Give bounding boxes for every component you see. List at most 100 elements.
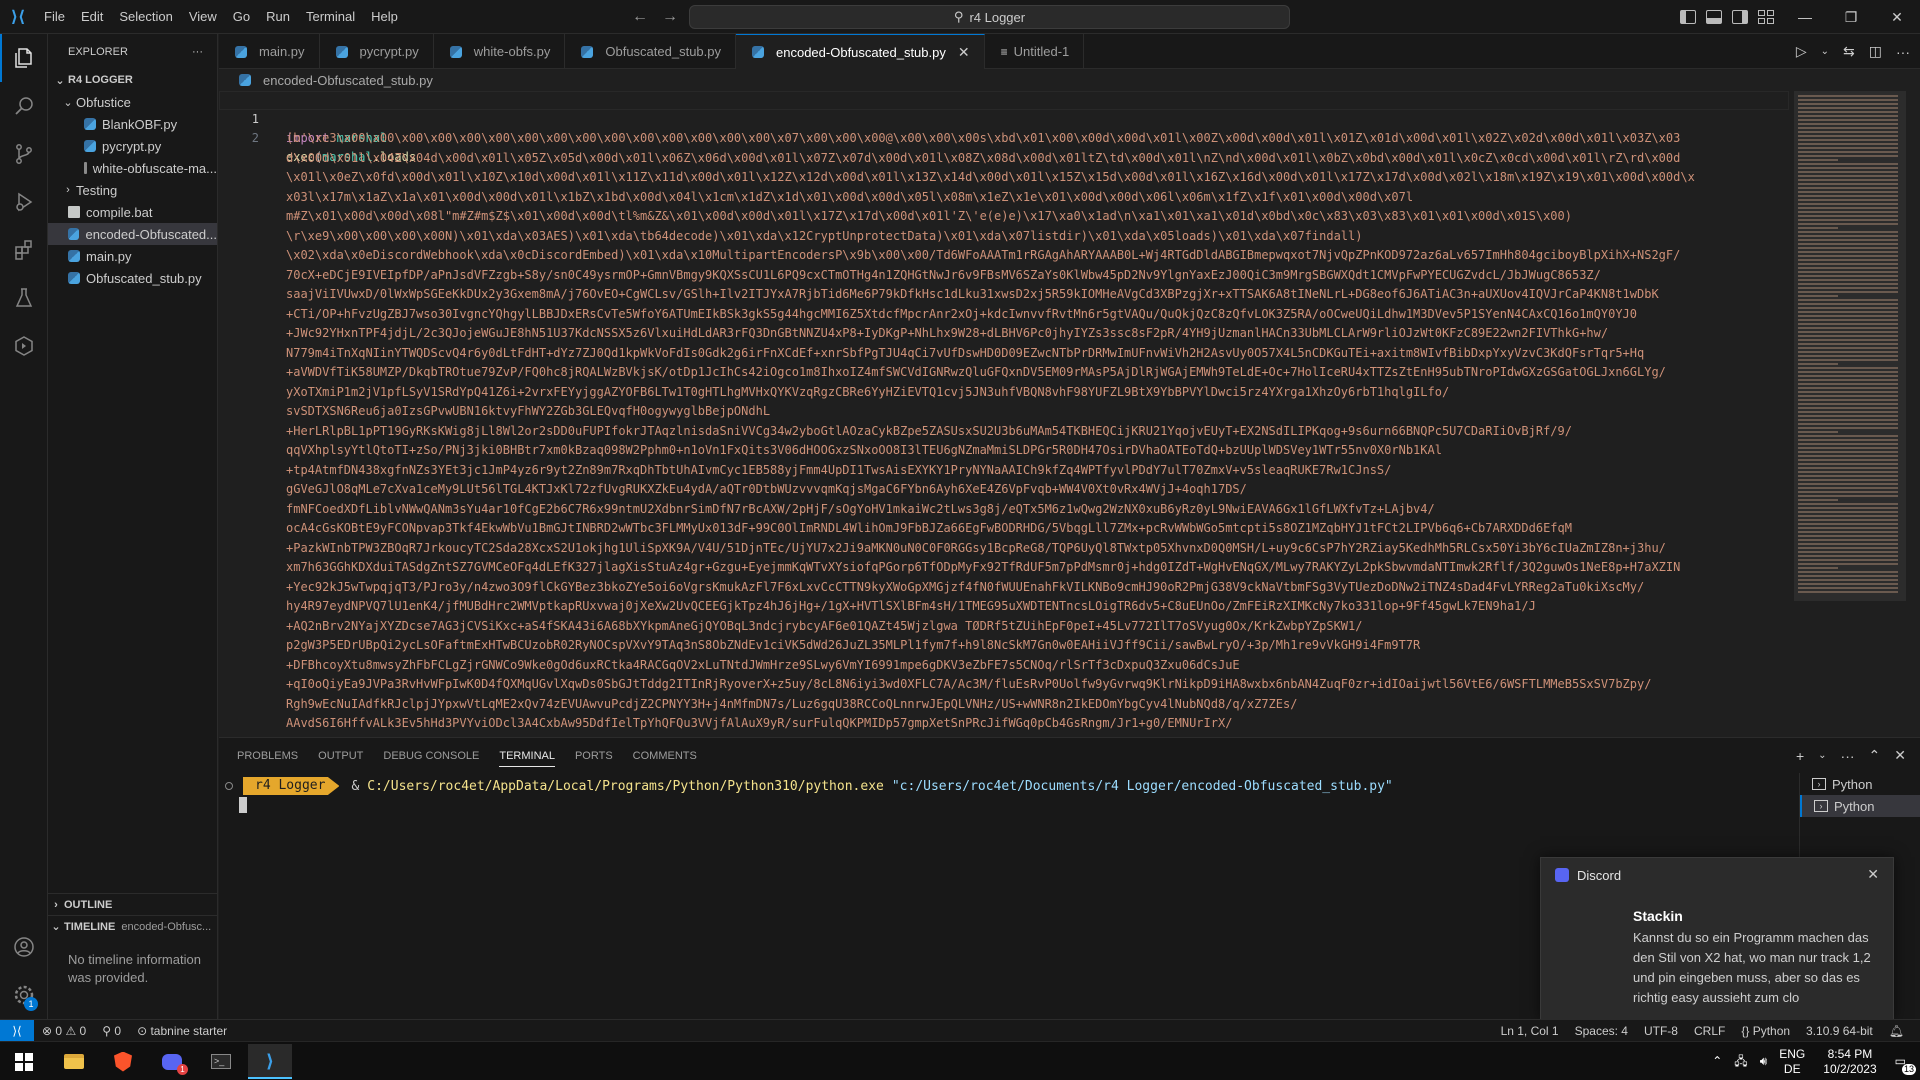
open-changes-icon[interactable]: ⇆ [1843,43,1855,60]
close-window-button[interactable]: ✕ [1874,0,1920,34]
outline-section-header[interactable]: › OUTLINE [48,893,218,915]
encoded-bytes-text: +aVWDVfTiK58UMZP/DkqbTROtue79ZvP/FQ0hc8j… [286,365,1666,379]
start-button[interactable] [2,1044,46,1079]
minimap-line [1798,95,1898,97]
editor-scrollbar[interactable] [1907,91,1920,736]
taskbar-file-explorer[interactable] [52,1044,96,1079]
panel-tab-output[interactable]: OUTPUT [318,750,363,762]
panel-tab-terminal[interactable]: TERMINAL [499,745,555,767]
taskbar-discord[interactable]: 1 [150,1044,194,1079]
show-hidden-icons-chevron-icon[interactable]: ⌃ [1706,1054,1728,1069]
panel-tab-ports[interactable]: PORTS [575,750,613,762]
problems-status[interactable]: ⊗ 0 ⚠ 0 [34,1024,94,1038]
python-interpreter[interactable]: 3.10.9 64-bit [1798,1024,1881,1038]
minimap-line [1798,335,1898,337]
menu-edit[interactable]: Edit [73,0,111,34]
toggle-primary-sidebar-icon[interactable] [1680,10,1696,24]
menu-help[interactable]: Help [363,0,406,34]
more-actions-icon[interactable]: ··· [1841,748,1855,764]
toggle-panel-icon[interactable] [1706,10,1722,24]
network-icon[interactable]: 🖧︎ [1728,1054,1753,1069]
manage-gear-icon[interactable]: 1 [0,971,48,1019]
language-mode[interactable]: {} Python [1733,1024,1798,1038]
run-dropdown-chevron-icon[interactable]: ⌄ [1821,46,1829,57]
menu-file[interactable]: File [36,0,73,34]
clock[interactable]: 8:54 PM 10/2/2023 [1811,1047,1888,1077]
close-tab-icon[interactable]: ✕ [958,44,970,61]
cursor-position[interactable]: Ln 1, Col 1 [1493,1024,1567,1038]
taskbar-vscode[interactable]: ⟩ [248,1044,292,1079]
more-actions-icon[interactable]: ··· [192,46,203,58]
terminal-instance[interactable]: › Python [1800,773,1920,795]
menu-selection[interactable]: Selection [111,0,180,34]
code-editor[interactable]: 1 import marshal 2 exec(marshal.loads (b… [219,91,1789,736]
run-debug-icon[interactable] [0,178,48,226]
menu-run[interactable]: Run [258,0,298,34]
menu-terminal[interactable]: Terminal [298,0,363,34]
run-python-file-icon[interactable]: ▷ [1796,43,1807,60]
tree-file-main[interactable]: main.py [48,245,217,267]
minimize-button[interactable]: — [1782,0,1828,34]
volume-icon[interactable]: 🔊︎ [1754,1054,1774,1069]
encoded-bytes-text: N779m4iTnXqNIinYTWQDScvQ4r6y0dLtFdHT+dYz… [286,345,1645,360]
tree-folder-obfustice[interactable]: ⌄ Obfustice [48,91,217,113]
tabnine-status[interactable]: ⊙ tabnine starter [129,1024,235,1038]
close-panel-icon[interactable]: ✕ [1894,747,1906,764]
menu-go[interactable]: Go [225,0,258,34]
encoding[interactable]: UTF-8 [1636,1024,1686,1038]
line-endings[interactable]: CRLF [1686,1024,1733,1038]
panel-tab-problems[interactable]: PROBLEMS [237,750,298,762]
notifications-bell-icon[interactable]: 🔔︎ [1881,1024,1912,1038]
tree-item-label: BlankOBF.py [102,116,178,132]
tab-encoded-obfuscated-stub-py[interactable]: encoded-Obfuscated_stub.py ✕ [736,34,985,69]
tab-white-obfs-py[interactable]: white-obfs.py [434,34,566,69]
command-center-search[interactable]: ⚲ r4 Logger [689,5,1290,29]
source-control-icon[interactable] [0,130,48,178]
workspace-root[interactable]: ⌄ R4 LOGGER [48,69,217,91]
minimap[interactable] [1794,91,1906,601]
breadcrumb-file[interactable]: encoded-Obfuscated_stub.py [263,73,433,88]
input-language[interactable]: ENG DE [1773,1047,1811,1077]
new-terminal-icon[interactable]: + [1796,748,1804,764]
tab-untitled-1[interactable]: ≡ Untitled-1 [985,34,1085,69]
timeline-section-header[interactable]: ⌄ TIMELINE encoded-Obfusc... [48,915,218,937]
menu-view[interactable]: View [181,0,225,34]
tab-obfuscated-stub-py[interactable]: Obfuscated_stub.py [565,34,737,69]
ports-status[interactable]: ⚲ 0 [94,1024,129,1038]
notification-center-icon[interactable]: ▭ 13 [1889,1054,1920,1075]
close-notification-icon[interactable]: ✕ [1867,866,1879,883]
tree-file-white-obfuscate[interactable]: white-obfuscate-ma... [48,157,217,179]
remote-explorer-icon[interactable] [0,322,48,370]
restore-button[interactable]: ❐ [1828,0,1874,34]
back-arrow-icon[interactable]: ← [632,8,648,26]
tab-main-py[interactable]: main.py [219,34,320,69]
explorer-icon[interactable] [0,34,48,82]
tree-folder-testing[interactable]: › Testing [48,179,217,201]
tree-file-pycrypt[interactable]: pycrypt.py [48,135,217,157]
remote-indicator-icon[interactable]: ⟩⟨ [0,1019,34,1042]
search-icon[interactable] [0,82,48,130]
tree-file-obfuscated-stub[interactable]: Obfuscated_stub.py [48,267,217,289]
tree-file-compile-bat[interactable]: compile.bat [48,201,217,223]
testing-flask-icon[interactable] [0,274,48,322]
terminal-dropdown-icon[interactable]: ⌄ [1818,750,1826,761]
forward-arrow-icon[interactable]: → [662,8,678,26]
taskbar-brave[interactable] [101,1044,145,1079]
tree-file-encoded-obfuscated[interactable]: encoded-Obfuscated... [48,223,217,245]
more-actions-icon[interactable]: ··· [1896,44,1910,60]
account-icon[interactable] [0,923,48,971]
encoded-bytes-text: qqVXhplsyYtlQtoTI+zSo/PNj3jki0BHBtr7xm0k… [286,443,1442,457]
discord-notification[interactable]: Discord ✕ Stackin Kannst du so ein Progr… [1540,857,1894,1020]
extensions-icon[interactable] [0,226,48,274]
toggle-secondary-sidebar-icon[interactable] [1732,10,1748,24]
panel-tab-debug-console[interactable]: DEBUG CONSOLE [383,750,479,762]
taskbar-terminal[interactable]: >_ [199,1044,243,1079]
terminal-instance[interactable]: › Python [1800,795,1920,817]
customize-layout-icon[interactable] [1758,10,1774,24]
tree-file-blankobf[interactable]: BlankOBF.py [48,113,217,135]
maximize-panel-icon[interactable]: ⌃ [1869,747,1881,764]
split-editor-icon[interactable]: ◫ [1869,43,1882,60]
tab-pycrypt-py[interactable]: pycrypt.py [320,34,434,69]
indentation[interactable]: Spaces: 4 [1567,1024,1636,1038]
panel-tab-comments[interactable]: COMMENTS [633,750,697,762]
